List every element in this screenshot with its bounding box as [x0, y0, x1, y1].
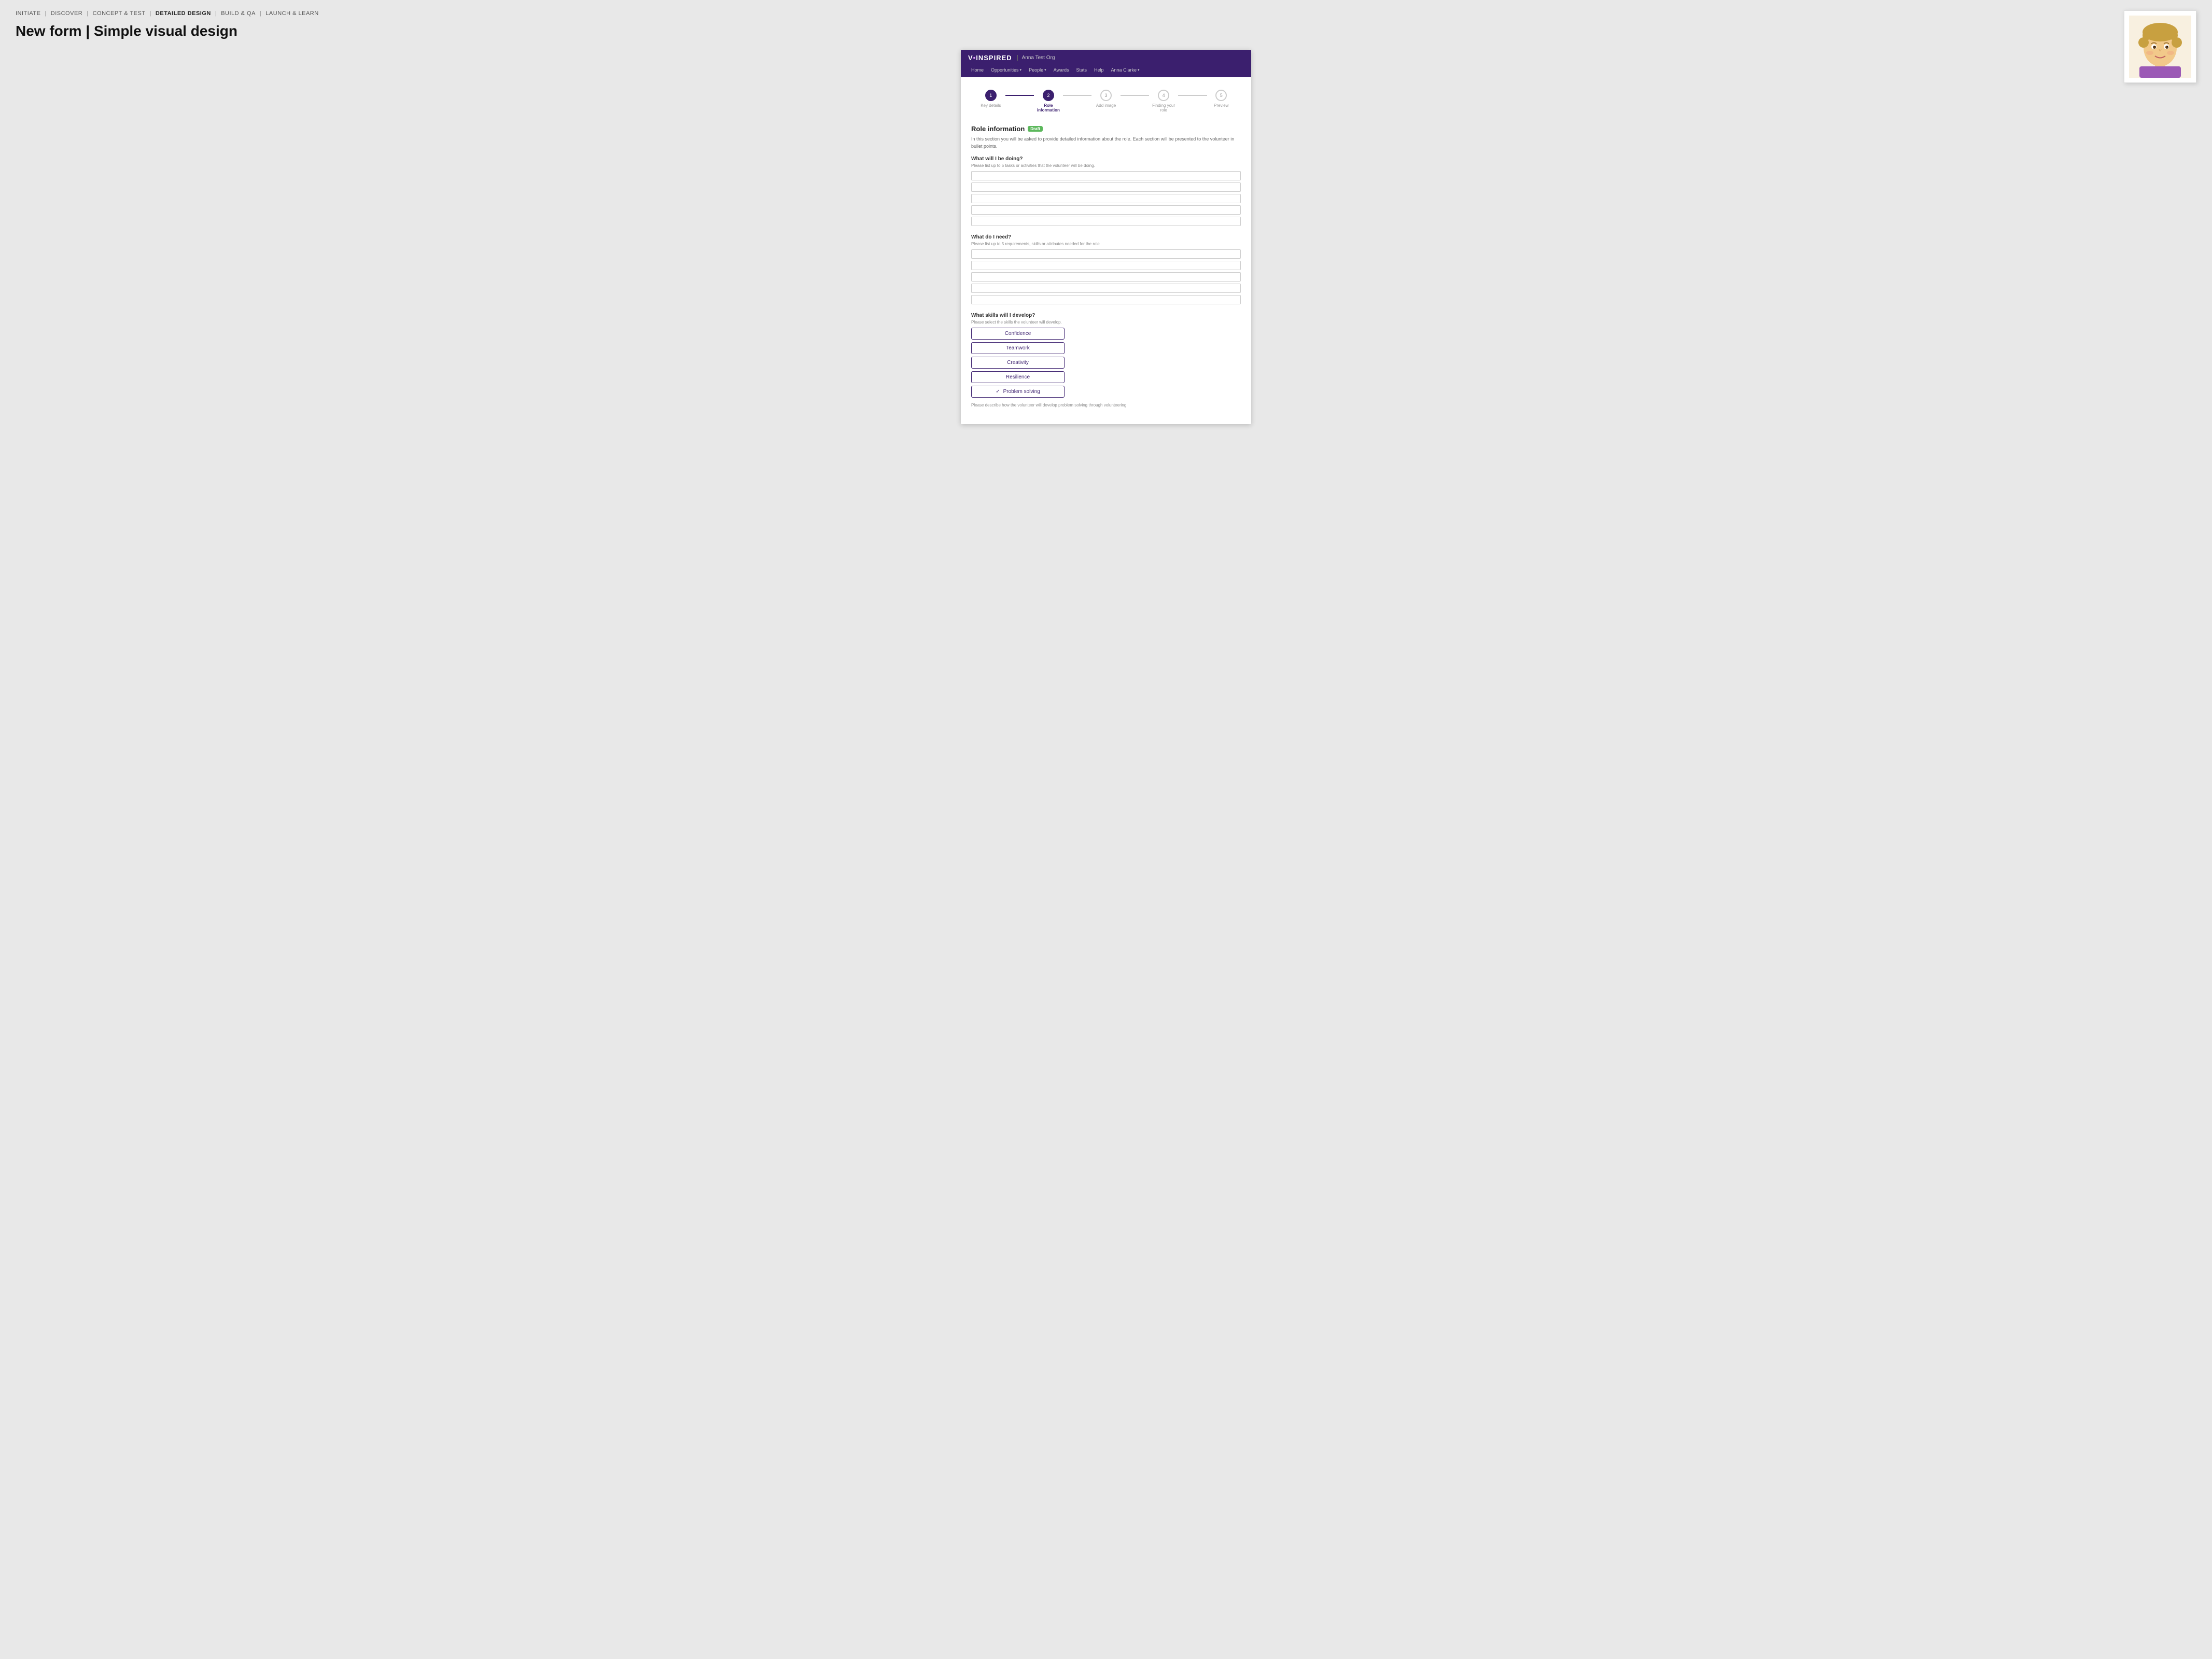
step-2: 2 Role information [1034, 90, 1063, 113]
step-5-label: Preview [1214, 103, 1228, 108]
section-title: Role information Draft [971, 125, 1241, 133]
step-2-label: Role information [1034, 103, 1063, 113]
need-input-5[interactable] [971, 295, 1241, 304]
question-doing-hint: Please list up to 5 tasks or activities … [971, 163, 1241, 168]
step-1: 1 Key details [976, 90, 1005, 108]
skills-grid: Confidence Teamwork Creativity Resilienc… [971, 328, 1241, 398]
browser-mockup: V•INSPIRED Anna Test Org Home Opportunit… [961, 50, 1251, 424]
skill-teamwork[interactable]: Teamwork [971, 342, 1065, 354]
doing-input-4[interactable] [971, 205, 1241, 215]
doing-input-5[interactable] [971, 217, 1241, 226]
question-skills-label: What skills will I develop? [971, 313, 1241, 318]
nav-links: Home Opportunities ▾ People ▾ Awards Sta… [961, 66, 1251, 77]
breadcrumb-item-build: BUILD & QA [221, 10, 256, 17]
doing-input-2[interactable] [971, 182, 1241, 192]
doing-input-3[interactable] [971, 194, 1241, 203]
skill-confidence[interactable]: Confidence [971, 328, 1065, 340]
breadcrumb-sep-4: | [215, 10, 217, 17]
breadcrumb-sep-2: | [87, 10, 88, 17]
avatar-image [2129, 16, 2191, 78]
question-skills-hint: Please select the skills the volunteer w… [971, 320, 1241, 325]
nav-bar: V•INSPIRED Anna Test Org Home Opportunit… [961, 50, 1251, 77]
breadcrumb-item-detailed: DETAILED DESIGN [156, 10, 211, 17]
nav-link-home[interactable]: Home [968, 66, 987, 74]
nav-link-user[interactable]: Anna Clarke ▾ [1108, 66, 1143, 74]
question-need-label: What do I need? [971, 234, 1241, 240]
doing-input-1[interactable] [971, 171, 1241, 180]
question-what-doing: What will I be doing? Please list up to … [971, 156, 1241, 226]
step-connector-3 [1121, 95, 1150, 96]
chevron-down-icon: ▾ [1020, 68, 1022, 72]
section-desc: In this section you will be asked to pro… [971, 136, 1241, 150]
page-title: New form | Simple visual design [16, 23, 2196, 39]
chevron-down-icon: ▾ [1138, 68, 1140, 72]
nav-logo: V•INSPIRED [968, 54, 1012, 62]
step-connector-1 [1005, 95, 1034, 96]
step-connector-4 [1178, 95, 1207, 96]
step-5-circle: 5 [1215, 90, 1227, 101]
step-4: 4 Finding your role [1149, 90, 1178, 113]
step-1-circle: 1 [985, 90, 997, 101]
chevron-down-icon: ▾ [1044, 68, 1046, 72]
skills-followup-hint: Please describe how the volunteer will d… [971, 403, 1241, 407]
step-4-label: Finding your role [1149, 103, 1178, 113]
breadcrumb-item-initiate: INITIATE [16, 10, 40, 17]
breadcrumb-sep-5: | [260, 10, 261, 17]
skill-resilience[interactable]: Resilience [971, 371, 1065, 383]
nav-link-opportunities[interactable]: Opportunities ▾ [988, 66, 1025, 74]
main-content: V•INSPIRED Anna Test Org Home Opportunit… [16, 50, 2196, 424]
nav-top: V•INSPIRED Anna Test Org [961, 50, 1251, 66]
step-4-circle: 4 [1158, 90, 1169, 101]
draft-badge: Draft [1028, 126, 1043, 132]
step-2-circle: 2 [1043, 90, 1054, 101]
nav-link-people[interactable]: People ▾ [1026, 66, 1049, 74]
breadcrumb-sep-1: | [45, 10, 46, 17]
question-doing-label: What will I be doing? [971, 156, 1241, 162]
skill-problem-solving[interactable]: ✓ Problem solving [971, 386, 1065, 398]
step-3: 3 Add image [1091, 90, 1121, 108]
breadcrumb-item-launch: LAUNCH & LEARN [265, 10, 318, 17]
avatar [2124, 10, 2196, 83]
form-container: 1 Key details 2 Role information 3 Add i… [961, 77, 1251, 424]
step-3-label: Add image [1096, 103, 1116, 108]
nav-link-stats[interactable]: Stats [1073, 66, 1090, 74]
breadcrumb-item-discover: DISCOVER [51, 10, 82, 17]
breadcrumb-sep-3: | [150, 10, 151, 17]
stepper: 1 Key details 2 Role information 3 Add i… [971, 86, 1241, 117]
check-icon: ✓ [996, 389, 1000, 395]
step-3-circle: 3 [1100, 90, 1112, 101]
need-input-4[interactable] [971, 284, 1241, 293]
question-what-need: What do I need? Please list up to 5 requ… [971, 234, 1241, 304]
breadcrumb: INITIATE | DISCOVER | CONCEPT & TEST | D… [16, 10, 2196, 17]
question-need-hint: Please list up to 5 requirements, skills… [971, 242, 1241, 246]
nav-org: Anna Test Org [1017, 55, 1055, 61]
step-connector-2 [1063, 95, 1092, 96]
step-5: 5 Preview [1207, 90, 1236, 108]
nav-link-help[interactable]: Help [1091, 66, 1107, 74]
need-input-1[interactable] [971, 249, 1241, 259]
breadcrumb-item-concept: CONCEPT & TEST [93, 10, 146, 17]
nav-link-awards[interactable]: Awards [1051, 66, 1072, 74]
skill-creativity[interactable]: Creativity [971, 357, 1065, 369]
question-skills: What skills will I develop? Please selec… [971, 313, 1241, 407]
need-input-3[interactable] [971, 272, 1241, 282]
need-input-2[interactable] [971, 261, 1241, 270]
step-1-label: Key details [981, 103, 1001, 108]
